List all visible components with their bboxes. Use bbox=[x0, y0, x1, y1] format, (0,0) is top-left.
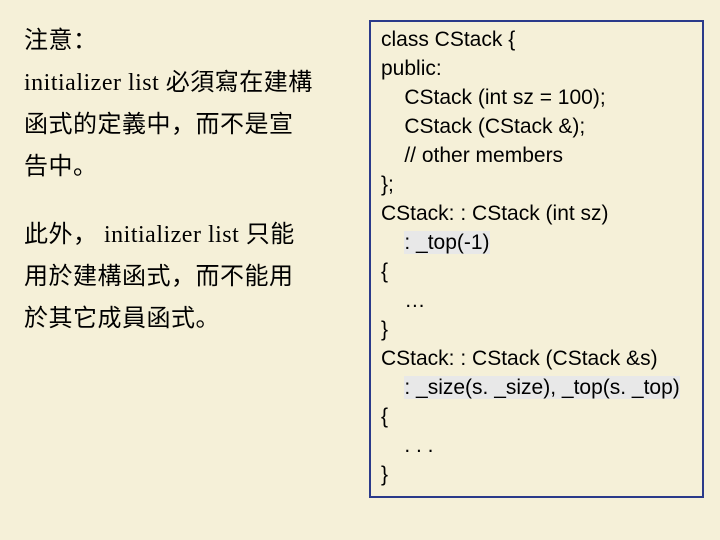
left-column: 注意： initializer list 必須寫在建構 函式的定義中，而不是宣 … bbox=[24, 20, 369, 524]
text-line: 於其它成員函式。 bbox=[24, 306, 220, 332]
text-line: 告中。 bbox=[24, 154, 98, 180]
text-line: initializer list 必須寫在建構 bbox=[24, 70, 313, 96]
text-line: 此外， initializer list 只能 bbox=[24, 222, 295, 248]
code-line: . . . bbox=[381, 432, 692, 461]
code-line: public: bbox=[381, 55, 692, 84]
note-paragraph-1: 注意： initializer list 必須寫在建構 函式的定義中，而不是宣 … bbox=[24, 20, 359, 188]
code-line: { bbox=[381, 258, 692, 287]
highlight: : _size(s. _size), _top(s. _top) bbox=[404, 376, 679, 399]
text-line: 注意： bbox=[24, 28, 98, 54]
text-line: 用於建構函式，而不能用 bbox=[24, 264, 294, 290]
code-line: // other members bbox=[381, 142, 692, 171]
code-line: class CStack { bbox=[381, 26, 692, 55]
slide: 注意： initializer list 必須寫在建構 函式的定義中，而不是宣 … bbox=[0, 0, 720, 540]
code-block: class CStack { public: CStack (int sz = … bbox=[369, 20, 704, 498]
indent bbox=[381, 231, 404, 254]
code-line: CStack (int sz = 100); bbox=[381, 84, 692, 113]
code-line: } bbox=[381, 461, 692, 490]
code-line: CStack: : CStack (CStack &s) bbox=[381, 345, 692, 374]
code-line: : _top(-1) bbox=[381, 229, 692, 258]
code-line: CStack: : CStack (int sz) bbox=[381, 200, 692, 229]
indent bbox=[381, 376, 404, 399]
code-line: : _size(s. _size), _top(s. _top) bbox=[381, 374, 692, 403]
note-paragraph-2: 此外， initializer list 只能 用於建構函式，而不能用 於其它成… bbox=[24, 214, 359, 340]
text-line: 函式的定義中，而不是宣 bbox=[24, 112, 294, 138]
right-column: class CStack { public: CStack (int sz = … bbox=[369, 20, 704, 524]
code-line: { bbox=[381, 403, 692, 432]
highlight: : _top(-1) bbox=[404, 231, 489, 254]
code-line: } bbox=[381, 316, 692, 345]
code-line: CStack (CStack &); bbox=[381, 113, 692, 142]
code-line: … bbox=[381, 287, 692, 316]
code-line: }; bbox=[381, 171, 692, 200]
